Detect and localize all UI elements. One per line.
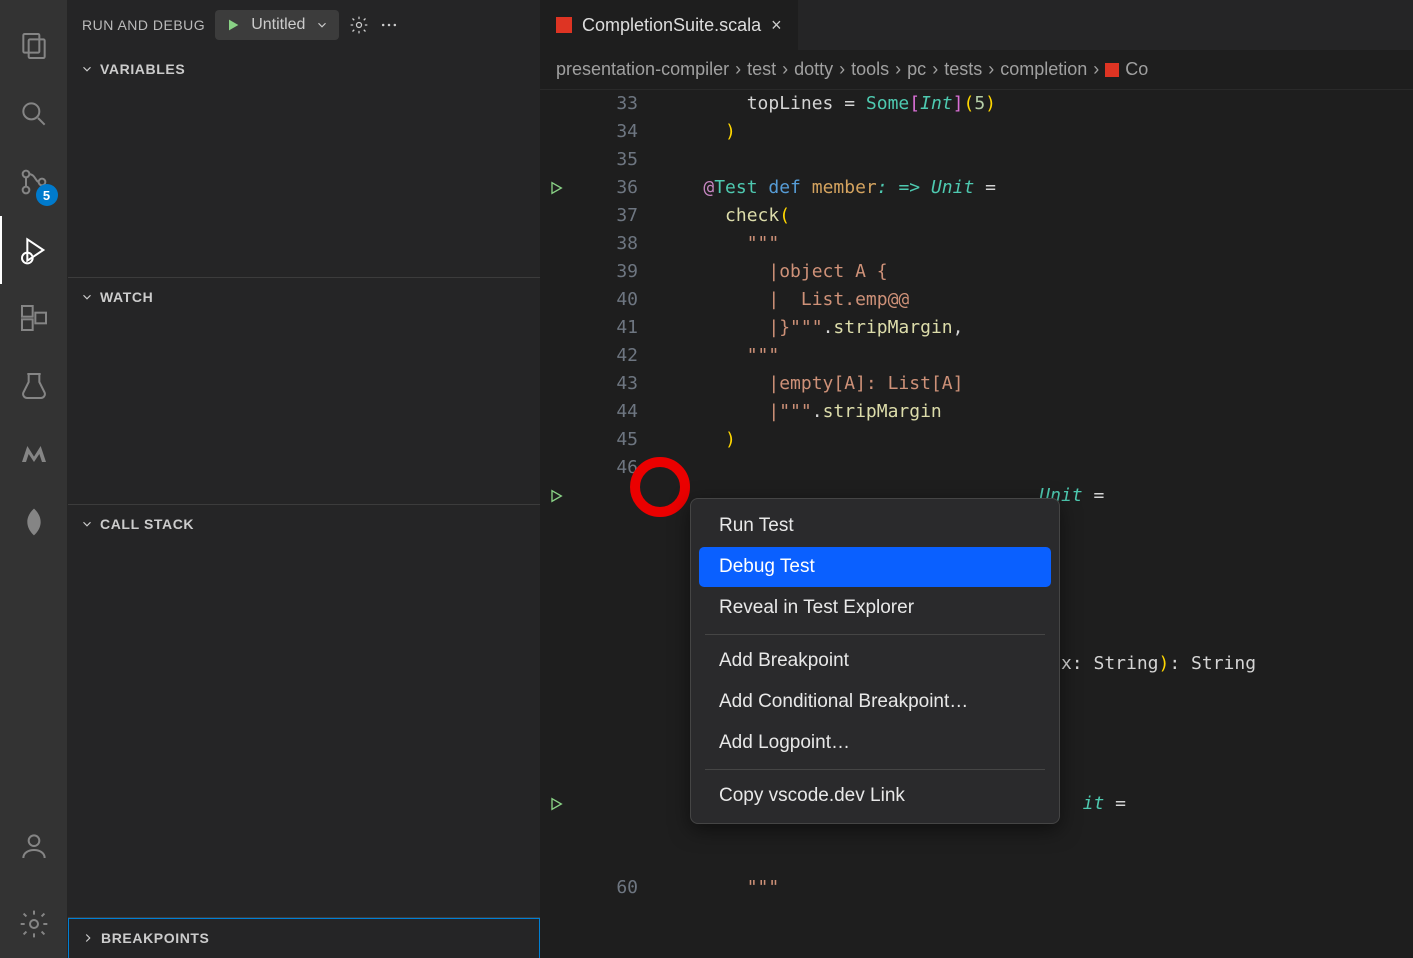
panel-title-breakpoints: BREAKPOINTS [101, 930, 210, 946]
run-test-glyph-circled[interactable] [548, 482, 564, 510]
menu-separator [705, 769, 1045, 770]
tab-label: CompletionSuite.scala [582, 15, 761, 36]
panel-watch: WATCH [68, 278, 540, 506]
panel-title-watch: WATCH [100, 289, 153, 305]
context-menu: Run Test Debug Test Reveal in Test Explo… [690, 498, 1060, 824]
line-number [540, 818, 638, 846]
chevron-down-icon [80, 290, 94, 304]
code-lines[interactable]: topLines = Some[Int](5) ) @Test def memb… [660, 90, 1413, 958]
accounts-icon[interactable] [0, 812, 68, 880]
breadcrumb-item[interactable]: tests [944, 59, 982, 80]
more-icon[interactable] [379, 15, 399, 35]
menu-debug-test[interactable]: Debug Test [699, 547, 1051, 587]
sidebar-title: RUN AND DEBUG [82, 17, 205, 33]
activity-bar: 5 [0, 0, 68, 958]
menu-reveal-explorer[interactable]: Reveal in Test Explorer [699, 588, 1051, 628]
run-config-name: Untitled [251, 16, 305, 34]
breadcrumb-item[interactable]: pc [907, 59, 926, 80]
gear-icon[interactable] [349, 15, 369, 35]
run-config-select[interactable]: Untitled [215, 10, 339, 40]
panel-header-watch[interactable]: WATCH [68, 278, 540, 316]
menu-run-test[interactable]: Run Test [699, 506, 1051, 546]
play-icon [225, 17, 241, 33]
breadcrumb-item[interactable]: tools [851, 59, 889, 80]
panel-breakpoints: BREAKPOINTS [68, 918, 540, 958]
line-number: 60 [540, 874, 638, 902]
testing-icon[interactable] [0, 352, 68, 420]
panel-variables: VARIABLES [68, 50, 540, 278]
menu-add-logpoint[interactable]: Add Logpoint… [699, 723, 1051, 763]
source-control-icon[interactable]: 5 [0, 148, 68, 216]
chevron-down-icon [80, 62, 94, 76]
breadcrumbs: presentation-compiler› test› dotty› tool… [540, 50, 1413, 90]
debug-sidebar: RUN AND DEBUG Untitled VARIABLES WATCH C… [68, 0, 540, 958]
menu-add-conditional-breakpoint[interactable]: Add Conditional Breakpoint… [699, 682, 1051, 722]
panel-header-variables[interactable]: VARIABLES [68, 50, 540, 88]
scala-file-icon [556, 17, 572, 33]
scm-badge: 5 [36, 184, 58, 206]
scala-file-icon [1105, 63, 1119, 77]
menu-copy-link[interactable]: Copy vscode.dev Link [699, 776, 1051, 816]
panel-callstack: CALL STACK [68, 505, 540, 918]
gutter: 33 34 35 36 37 38 39 40 41 42 43 44 45 4… [540, 90, 660, 958]
run-test-glyph[interactable] [548, 174, 564, 202]
tab-completion-suite[interactable]: CompletionSuite.scala × [540, 0, 799, 50]
line-number [540, 846, 638, 874]
chevron-down-icon [80, 517, 94, 531]
panel-title-callstack: CALL STACK [100, 516, 194, 532]
run-test-glyph[interactable] [548, 790, 564, 818]
panel-title-variables: VARIABLES [100, 61, 185, 77]
breadcrumb-item[interactable]: test [747, 59, 776, 80]
extensions-icon[interactable] [0, 284, 68, 352]
breadcrumb-item[interactable]: dotty [794, 59, 833, 80]
panel-header-callstack[interactable]: CALL STACK [68, 505, 540, 543]
chevron-right-icon [81, 931, 95, 945]
mongodb-icon[interactable] [0, 488, 68, 556]
menu-separator [705, 634, 1045, 635]
breadcrumb-item[interactable]: completion [1000, 59, 1087, 80]
tabs: CompletionSuite.scala × [540, 0, 1413, 50]
explorer-icon[interactable] [0, 12, 68, 80]
breadcrumb-item[interactable]: presentation-compiler [556, 59, 729, 80]
settings-gear-icon[interactable] [0, 890, 68, 958]
menu-add-breakpoint[interactable]: Add Breakpoint [699, 641, 1051, 681]
run-debug-icon[interactable] [0, 216, 68, 284]
search-icon[interactable] [0, 80, 68, 148]
editor-area: CompletionSuite.scala × presentation-com… [540, 0, 1413, 958]
close-icon[interactable]: × [771, 15, 782, 36]
metals-icon[interactable] [0, 420, 68, 488]
panel-header-breakpoints[interactable]: BREAKPOINTS [69, 919, 539, 957]
sidebar-header: RUN AND DEBUG Untitled [68, 0, 540, 50]
breadcrumb-item[interactable]: Co [1125, 59, 1148, 80]
chevron-down-icon [315, 18, 329, 32]
code-area[interactable]: 33 34 35 36 37 38 39 40 41 42 43 44 45 4… [540, 90, 1413, 958]
